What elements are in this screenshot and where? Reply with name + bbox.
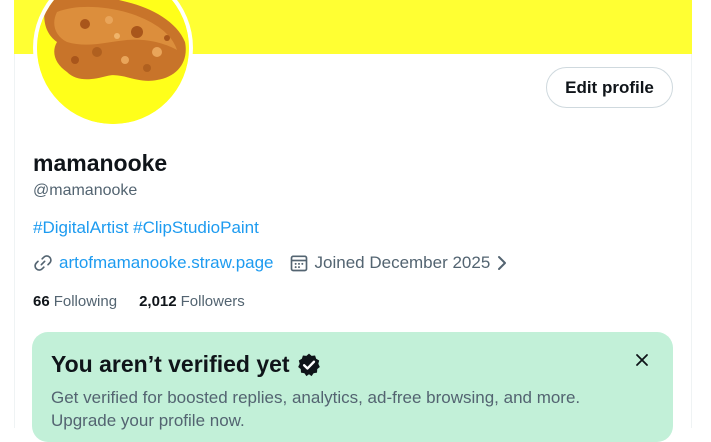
followers-label: Followers xyxy=(180,293,245,310)
profile-bio: #DigitalArtist #ClipStudioPaint xyxy=(33,218,259,238)
joined-label: Joined December 2025 xyxy=(314,253,491,272)
edit-profile-button[interactable]: Edit profile xyxy=(546,67,673,108)
following-label: Following xyxy=(53,293,118,310)
follow-stats: 66 Following 2,012 Followers xyxy=(33,293,267,310)
calendar-icon xyxy=(290,255,307,272)
website-link[interactable]: artofmamanooke.straw.page xyxy=(59,253,274,273)
following-count: 66 xyxy=(33,293,50,310)
link-icon xyxy=(34,255,52,271)
hashtag-link[interactable]: #ClipStudioPaint xyxy=(133,218,259,237)
verification-title: You aren’t verified yet xyxy=(51,351,290,377)
profile-meta: artofmamanooke.straw.page Joined Decembe… xyxy=(33,253,510,273)
verification-card: You aren’t verified yet Get verified for… xyxy=(32,332,673,442)
joined-date[interactable]: Joined December 2025 xyxy=(289,253,511,273)
followers-count: 2,012 xyxy=(139,293,177,310)
profile-handle: @mamanooke xyxy=(33,182,138,199)
fried-chicken-image xyxy=(37,0,189,124)
chevron-right-icon xyxy=(498,256,507,270)
following-link[interactable]: 66 Following xyxy=(33,293,117,310)
profile-name: mamanooke xyxy=(33,150,168,176)
hashtag-link[interactable]: #DigitalArtist xyxy=(33,218,128,237)
followers-link[interactable]: 2,012 Followers xyxy=(139,293,245,310)
verification-title-row: You aren’t verified yet xyxy=(51,351,322,378)
verification-description: Get verified for boosted replies, analyt… xyxy=(51,388,581,430)
verified-badge-icon xyxy=(297,353,320,376)
close-icon[interactable] xyxy=(630,348,654,372)
